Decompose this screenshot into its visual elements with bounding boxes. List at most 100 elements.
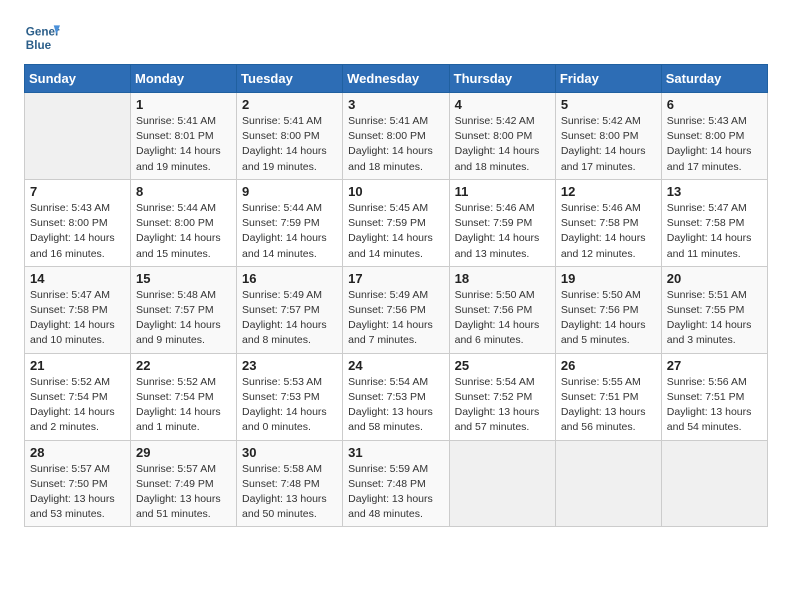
- calendar-cell: 7 Sunrise: 5:43 AM Sunset: 8:00 PM Daylig…: [25, 179, 131, 266]
- day-number: 13: [667, 184, 762, 199]
- day-info: Sunrise: 5:56 AM Sunset: 7:51 PM Dayligh…: [667, 375, 762, 436]
- day-number: 31: [348, 445, 443, 460]
- day-number: 3: [348, 97, 443, 112]
- calendar-cell: 3 Sunrise: 5:41 AM Sunset: 8:00 PM Daylig…: [343, 93, 449, 180]
- calendar-cell: 19 Sunrise: 5:50 AM Sunset: 7:56 PM Dayli…: [555, 266, 661, 353]
- day-info: Sunrise: 5:54 AM Sunset: 7:52 PM Dayligh…: [455, 375, 550, 436]
- day-info: Sunrise: 5:57 AM Sunset: 7:50 PM Dayligh…: [30, 462, 125, 523]
- day-info: Sunrise: 5:59 AM Sunset: 7:48 PM Dayligh…: [348, 462, 443, 523]
- calendar-cell: 16 Sunrise: 5:49 AM Sunset: 7:57 PM Dayli…: [237, 266, 343, 353]
- calendar-header-tuesday: Tuesday: [237, 65, 343, 93]
- day-info: Sunrise: 5:45 AM Sunset: 7:59 PM Dayligh…: [348, 201, 443, 262]
- day-number: 10: [348, 184, 443, 199]
- day-number: 8: [136, 184, 231, 199]
- calendar-cell: 10 Sunrise: 5:45 AM Sunset: 7:59 PM Dayli…: [343, 179, 449, 266]
- day-info: Sunrise: 5:43 AM Sunset: 8:00 PM Dayligh…: [30, 201, 125, 262]
- day-info: Sunrise: 5:41 AM Sunset: 8:00 PM Dayligh…: [242, 114, 337, 175]
- day-number: 15: [136, 271, 231, 286]
- calendar-header-saturday: Saturday: [661, 65, 767, 93]
- calendar-cell: 30Sunrise: 5:58 AM Sunset: 7:48 PM Dayli…: [237, 440, 343, 527]
- day-number: 5: [561, 97, 656, 112]
- calendar-week-row: 21Sunrise: 5:52 AM Sunset: 7:54 PM Dayli…: [25, 353, 768, 440]
- day-info: Sunrise: 5:50 AM Sunset: 7:56 PM Dayligh…: [455, 288, 550, 349]
- calendar-cell: 4Sunrise: 5:42 AM Sunset: 8:00 PM Daylig…: [449, 93, 555, 180]
- day-number: 1: [136, 97, 231, 112]
- calendar-cell: 6 Sunrise: 5:43 AM Sunset: 8:00 PM Daylig…: [661, 93, 767, 180]
- day-info: Sunrise: 5:53 AM Sunset: 7:53 PM Dayligh…: [242, 375, 337, 436]
- day-number: 14: [30, 271, 125, 286]
- day-number: 6: [667, 97, 762, 112]
- svg-text:Blue: Blue: [26, 39, 52, 52]
- day-info: Sunrise: 5:46 AM Sunset: 7:59 PM Dayligh…: [455, 201, 550, 262]
- day-number: 9: [242, 184, 337, 199]
- calendar-cell: 12 Sunrise: 5:46 AM Sunset: 7:58 PM Dayli…: [555, 179, 661, 266]
- calendar-cell: 1 Sunrise: 5:41 AM Sunset: 8:01 PM Daylig…: [131, 93, 237, 180]
- day-info: Sunrise: 5:44 AM Sunset: 7:59 PM Dayligh…: [242, 201, 337, 262]
- day-number: 16: [242, 271, 337, 286]
- day-info: Sunrise: 5:41 AM Sunset: 8:00 PM Dayligh…: [348, 114, 443, 175]
- day-info: Sunrise: 5:52 AM Sunset: 7:54 PM Dayligh…: [30, 375, 125, 436]
- calendar-cell: 2 Sunrise: 5:41 AM Sunset: 8:00 PM Daylig…: [237, 93, 343, 180]
- day-info: Sunrise: 5:42 AM Sunset: 8:00 PM Dayligh…: [455, 114, 550, 175]
- day-info: Sunrise: 5:46 AM Sunset: 7:58 PM Dayligh…: [561, 201, 656, 262]
- calendar-cell: 23 Sunrise: 5:53 AM Sunset: 7:53 PM Dayli…: [237, 353, 343, 440]
- calendar-cell: 18Sunrise: 5:50 AM Sunset: 7:56 PM Dayli…: [449, 266, 555, 353]
- day-number: 7: [30, 184, 125, 199]
- calendar-week-row: 1 Sunrise: 5:41 AM Sunset: 8:01 PM Daylig…: [25, 93, 768, 180]
- day-info: Sunrise: 5:52 AM Sunset: 7:54 PM Dayligh…: [136, 375, 231, 436]
- day-info: Sunrise: 5:42 AM Sunset: 8:00 PM Dayligh…: [561, 114, 656, 175]
- calendar-cell: 21Sunrise: 5:52 AM Sunset: 7:54 PM Dayli…: [25, 353, 131, 440]
- day-info: Sunrise: 5:54 AM Sunset: 7:53 PM Dayligh…: [348, 375, 443, 436]
- calendar-cell: 15 Sunrise: 5:48 AM Sunset: 7:57 PM Dayli…: [131, 266, 237, 353]
- calendar-cell: 26Sunrise: 5:55 AM Sunset: 7:51 PM Dayli…: [555, 353, 661, 440]
- calendar-header-row: SundayMondayTuesdayWednesdayThursdayFrid…: [25, 65, 768, 93]
- day-number: 25: [455, 358, 550, 373]
- calendar-header-sunday: Sunday: [25, 65, 131, 93]
- calendar-week-row: 28 Sunrise: 5:57 AM Sunset: 7:50 PM Dayli…: [25, 440, 768, 527]
- calendar-cell: 17Sunrise: 5:49 AM Sunset: 7:56 PM Dayli…: [343, 266, 449, 353]
- calendar-cell: [25, 93, 131, 180]
- calendar-cell: 8Sunrise: 5:44 AM Sunset: 8:00 PM Daylig…: [131, 179, 237, 266]
- day-number: 30: [242, 445, 337, 460]
- calendar-cell: 5 Sunrise: 5:42 AM Sunset: 8:00 PM Daylig…: [555, 93, 661, 180]
- day-number: 27: [667, 358, 762, 373]
- calendar-cell: 25 Sunrise: 5:54 AM Sunset: 7:52 PM Dayli…: [449, 353, 555, 440]
- day-info: Sunrise: 5:43 AM Sunset: 8:00 PM Dayligh…: [667, 114, 762, 175]
- calendar-header-wednesday: Wednesday: [343, 65, 449, 93]
- day-number: 29: [136, 445, 231, 460]
- day-info: Sunrise: 5:51 AM Sunset: 7:55 PM Dayligh…: [667, 288, 762, 349]
- calendar-cell: 22 Sunrise: 5:52 AM Sunset: 7:54 PM Dayli…: [131, 353, 237, 440]
- day-number: 2: [242, 97, 337, 112]
- day-number: 23: [242, 358, 337, 373]
- day-info: Sunrise: 5:48 AM Sunset: 7:57 PM Dayligh…: [136, 288, 231, 349]
- day-number: 19: [561, 271, 656, 286]
- logo: GeneralBlue: [24, 20, 64, 56]
- day-number: 28: [30, 445, 125, 460]
- calendar-cell: 24Sunrise: 5:54 AM Sunset: 7:53 PM Dayli…: [343, 353, 449, 440]
- day-number: 17: [348, 271, 443, 286]
- calendar-week-row: 14 Sunrise: 5:47 AM Sunset: 7:58 PM Dayli…: [25, 266, 768, 353]
- logo-icon: GeneralBlue: [24, 20, 60, 56]
- calendar-header-thursday: Thursday: [449, 65, 555, 93]
- day-info: Sunrise: 5:49 AM Sunset: 7:57 PM Dayligh…: [242, 288, 337, 349]
- calendar-cell: 29Sunrise: 5:57 AM Sunset: 7:49 PM Dayli…: [131, 440, 237, 527]
- day-info: Sunrise: 5:55 AM Sunset: 7:51 PM Dayligh…: [561, 375, 656, 436]
- day-info: Sunrise: 5:41 AM Sunset: 8:01 PM Dayligh…: [136, 114, 231, 175]
- day-info: Sunrise: 5:47 AM Sunset: 7:58 PM Dayligh…: [30, 288, 125, 349]
- day-number: 11: [455, 184, 550, 199]
- calendar-week-row: 7 Sunrise: 5:43 AM Sunset: 8:00 PM Daylig…: [25, 179, 768, 266]
- day-number: 20: [667, 271, 762, 286]
- day-info: Sunrise: 5:50 AM Sunset: 7:56 PM Dayligh…: [561, 288, 656, 349]
- calendar-cell: 13 Sunrise: 5:47 AM Sunset: 7:58 PM Dayli…: [661, 179, 767, 266]
- day-number: 22: [136, 358, 231, 373]
- calendar-cell: 14 Sunrise: 5:47 AM Sunset: 7:58 PM Dayli…: [25, 266, 131, 353]
- day-info: Sunrise: 5:47 AM Sunset: 7:58 PM Dayligh…: [667, 201, 762, 262]
- calendar-cell: 28 Sunrise: 5:57 AM Sunset: 7:50 PM Dayli…: [25, 440, 131, 527]
- calendar-cell: 9 Sunrise: 5:44 AM Sunset: 7:59 PM Daylig…: [237, 179, 343, 266]
- calendar-header-monday: Monday: [131, 65, 237, 93]
- calendar-cell: 11 Sunrise: 5:46 AM Sunset: 7:59 PM Dayli…: [449, 179, 555, 266]
- calendar-cell: 31 Sunrise: 5:59 AM Sunset: 7:48 PM Dayli…: [343, 440, 449, 527]
- header: GeneralBlue: [24, 20, 768, 56]
- calendar-cell: [449, 440, 555, 527]
- day-number: 12: [561, 184, 656, 199]
